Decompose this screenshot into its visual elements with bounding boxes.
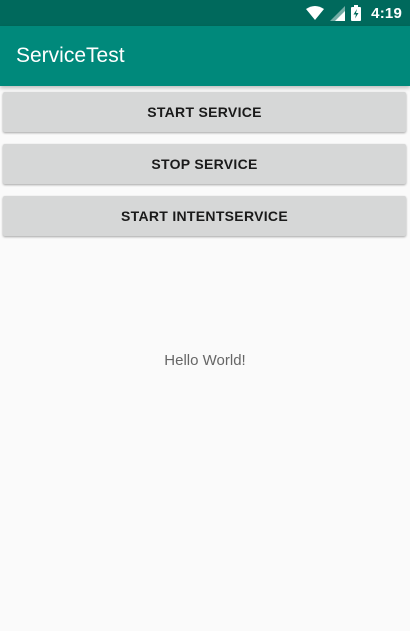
status-icons: 4:19 xyxy=(306,0,402,26)
battery-charging-icon xyxy=(351,5,362,21)
hello-world-text: Hello World! xyxy=(164,352,246,369)
status-bar: 4:19 xyxy=(0,0,410,26)
wifi-icon xyxy=(306,6,325,20)
start-service-button[interactable]: START SERVICE xyxy=(3,92,406,132)
clock: 4:19 xyxy=(371,4,402,22)
stop-service-button[interactable]: STOP SERVICE xyxy=(3,144,406,184)
app-bar: ServiceTest xyxy=(0,26,410,86)
app-title: ServiceTest xyxy=(16,44,125,67)
start-intentservice-button[interactable]: START INTENTSERVICE xyxy=(3,196,406,236)
cellular-signal-icon xyxy=(330,5,346,21)
